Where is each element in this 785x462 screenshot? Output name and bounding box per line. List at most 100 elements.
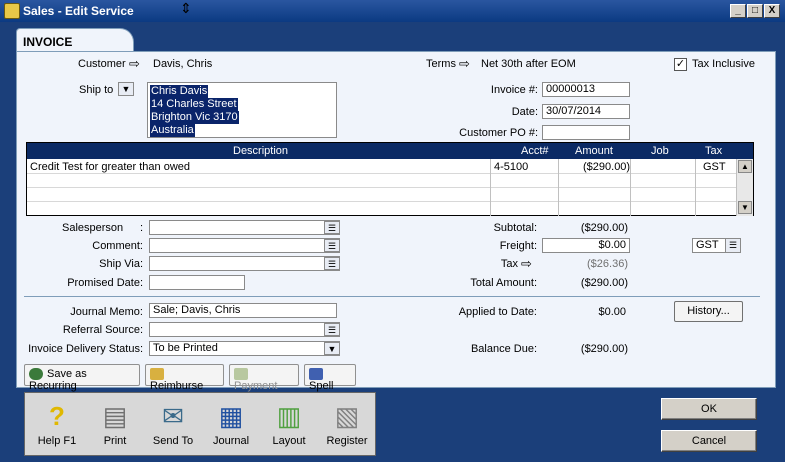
referral-source-label: Referral Source:	[62, 324, 143, 336]
title-bar: Sales - Edit Service ⇕ _ □ X	[0, 0, 785, 22]
delivery-status-select[interactable]: To be Printed	[149, 341, 340, 356]
promised-date-field[interactable]	[149, 275, 245, 290]
col-acct: Acct#	[521, 145, 549, 157]
divider	[24, 296, 760, 297]
tax-label: Tax	[500, 258, 518, 270]
ship-to-dropdown-icon[interactable]: ▼	[118, 82, 134, 96]
freight-tax-code[interactable]: GST	[692, 238, 726, 253]
terms-value: Net 30th after EOM	[481, 58, 576, 70]
scroll-up-icon[interactable]: ▲	[738, 160, 752, 173]
col-divider	[695, 159, 696, 216]
journal-memo-label: Journal Memo:	[70, 306, 143, 318]
col-description: Description	[233, 145, 289, 157]
salesperson-label: Salesperson	[62, 222, 124, 234]
ship-via-label: Ship Via:	[99, 258, 143, 270]
date-field[interactable]: 30/07/2014	[542, 104, 630, 119]
ship-to-line: Chris Davis	[150, 85, 209, 98]
promised-date-label: Promised Date:	[67, 277, 143, 289]
ship-to-line: Brighton Vic 3170	[150, 111, 239, 124]
row-amount: ($290.00)	[583, 161, 631, 173]
col-tax: Tax	[705, 145, 723, 157]
invoice-panel	[16, 51, 776, 388]
ok-button[interactable]: OK	[661, 398, 757, 420]
terms-label: Terms	[426, 58, 456, 70]
payment-icon	[234, 368, 248, 381]
app-icon	[4, 3, 20, 19]
ship-via-field[interactable]	[149, 256, 340, 271]
freight-label: Freight:	[499, 240, 537, 252]
row-description: Credit Test for greater than owed	[30, 161, 190, 173]
register-button[interactable]: ▧ Register	[319, 397, 375, 453]
invoice-number-label: Invoice #:	[490, 84, 538, 96]
referral-list-icon[interactable]: ☰	[324, 323, 340, 336]
ship-to-address[interactable]: Chris Davis 14 Charles Street Brighton V…	[147, 82, 337, 138]
row-acct: 4-5100	[494, 161, 529, 173]
spell-button[interactable]: Spell	[304, 364, 356, 392]
cancel-button[interactable]: Cancel	[661, 430, 757, 452]
ship-to-label: Ship to	[79, 84, 114, 96]
mouse-cursor-icon: ⇕	[180, 0, 192, 16]
customer-po-label: Customer PO #:	[459, 127, 538, 139]
subtotal-label: Subtotal:	[493, 222, 537, 234]
ship-to-line: 14 Charles Street	[150, 98, 238, 111]
save-recurring-button[interactable]: Save as Recurring	[24, 364, 140, 392]
reimburse-button[interactable]: Reimburse	[145, 364, 224, 392]
customer-label: Customer	[78, 58, 126, 70]
tab-invoice[interactable]: INVOICE	[16, 28, 134, 52]
delivery-dropdown-icon[interactable]: ▼	[324, 342, 340, 355]
toolbar: ? Help F1 ▤ Print ✉ Send To ▦ Journal ▥ …	[24, 392, 376, 456]
referral-source-field[interactable]	[149, 322, 340, 337]
col-divider	[558, 159, 559, 216]
minimize-button[interactable]: _	[730, 4, 746, 18]
reimburse-icon	[150, 368, 164, 381]
journal-memo-field[interactable]: Sale; Davis, Chris	[149, 303, 337, 318]
spell-check-icon	[309, 368, 323, 381]
applied-to-date-label: Applied to Date:	[458, 306, 537, 318]
table-scrollbar[interactable]: ▲ ▼	[736, 159, 753, 216]
col-job: Job	[651, 145, 669, 157]
comment-list-icon[interactable]: ☰	[324, 239, 340, 252]
mailbox-icon: ✉	[162, 401, 184, 431]
help-question-icon: ?	[49, 401, 65, 431]
freight-field[interactable]: $0.00	[542, 238, 630, 253]
total-amount-label: Total Amount:	[470, 277, 537, 289]
journal-button[interactable]: ▦ Journal	[203, 397, 259, 453]
salesperson-field[interactable]	[149, 220, 340, 235]
col-divider	[630, 159, 631, 216]
history-button[interactable]: History...	[674, 301, 743, 322]
customer-arrow-icon[interactable]: ⇨	[129, 56, 140, 72]
freight-tax-list-icon[interactable]: ☰	[725, 238, 741, 253]
customer-name: Davis, Chris	[153, 58, 213, 70]
close-button[interactable]: X	[764, 4, 780, 18]
total-amount-value: ($290.00)	[580, 277, 628, 289]
tax-arrow-icon[interactable]: ⇨	[521, 256, 532, 272]
send-to-button[interactable]: ✉ Send To	[145, 397, 201, 453]
layout-icon: ▥	[276, 401, 302, 431]
invoice-number-field[interactable]: 00000013	[542, 82, 630, 97]
delivery-status-label: Invoice Delivery Status:	[28, 343, 143, 355]
help-button[interactable]: ? Help F1	[29, 397, 85, 453]
tax-inclusive-checkbox[interactable]: ✓	[674, 58, 687, 71]
maximize-button[interactable]: □	[747, 4, 763, 18]
date-label: Date:	[511, 106, 538, 118]
subtotal-value: ($290.00)	[580, 222, 628, 234]
payment-button[interactable]: Payment	[229, 364, 299, 392]
scroll-down-icon[interactable]: ▼	[738, 201, 752, 214]
printer-icon: ▤	[102, 401, 128, 431]
ship-via-list-icon[interactable]: ☰	[324, 257, 340, 270]
print-button[interactable]: ▤ Print	[87, 397, 143, 453]
layout-button[interactable]: ▥ Layout	[261, 397, 317, 453]
comment-field[interactable]	[149, 238, 340, 253]
col-divider	[490, 159, 491, 216]
recurring-icon	[29, 368, 43, 381]
ship-to-line: Australia	[150, 124, 195, 137]
balance-due-label: Balance Due:	[470, 343, 537, 355]
salesperson-colon: :	[140, 222, 144, 234]
terms-arrow-icon[interactable]: ⇨	[459, 56, 470, 72]
salesperson-list-icon[interactable]: ☰	[324, 221, 340, 234]
applied-to-date-value: $0.00	[598, 306, 626, 318]
customer-po-field[interactable]	[542, 125, 630, 140]
table-header: Description Acct# Amount Job Tax	[27, 143, 753, 159]
tax-value: ($26.36)	[587, 258, 628, 270]
col-amount: Amount	[575, 145, 613, 157]
